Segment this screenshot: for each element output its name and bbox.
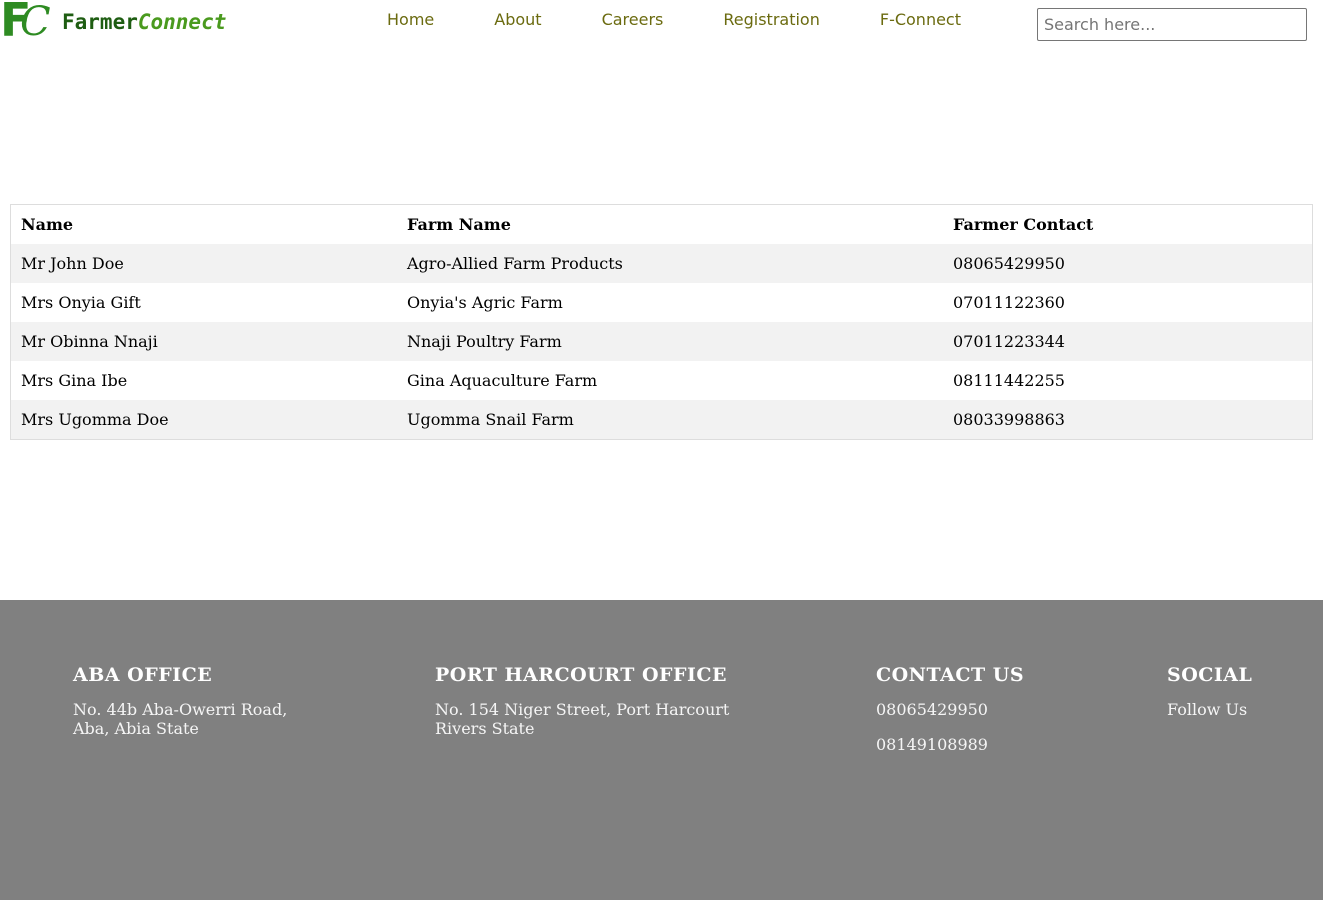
- table-row: Mr Obinna Nnaji Nnaji Poultry Farm 07011…: [11, 322, 1312, 361]
- cell-farm-name: Agro-Allied Farm Products: [407, 254, 623, 273]
- header-farmer-contact: Farmer Contact: [953, 215, 1094, 234]
- cell-farm-name: Ugomma Snail Farm: [407, 410, 574, 429]
- cell-name: Mr Obinna Nnaji: [21, 332, 158, 351]
- footer-ph-office: PORT HARCOURT OFFICE No. 154 Niger Stree…: [435, 664, 729, 738]
- logo-mark-c: C: [20, 0, 51, 45]
- ph-office-title: PORT HARCOURT OFFICE: [435, 664, 728, 686]
- follow-us-link[interactable]: Follow Us: [1167, 700, 1252, 719]
- aba-office-title: ABA OFFICE: [73, 664, 213, 686]
- ph-address-line1: No. 154 Niger Street, Port Harcourt: [435, 700, 730, 719]
- table-row: Mrs Onyia Gift Onyia's Agric Farm 070111…: [11, 283, 1312, 322]
- contact-us-title: CONTACT US: [876, 664, 1025, 686]
- nav-f-connect[interactable]: F-Connect: [850, 0, 991, 40]
- cell-farm-name: Gina Aquaculture Farm: [407, 371, 598, 390]
- cell-name: Mrs Onyia Gift: [21, 293, 141, 312]
- header-farm-name: Farm Name: [407, 215, 511, 234]
- nav-home[interactable]: Home: [357, 0, 464, 40]
- site-footer: ABA OFFICE No. 44b Aba-Owerri Road, Aba,…: [0, 600, 1323, 900]
- table-header-row: Name Farm Name Farmer Contact: [11, 205, 1312, 244]
- site-header: F C FarmerConnect Home About Careers Reg…: [0, 0, 1323, 50]
- cell-contact: 08111442255: [953, 371, 1065, 390]
- aba-address-line2: Aba, Abia State: [73, 719, 199, 738]
- cell-contact: 07011223344: [953, 332, 1065, 351]
- contact-phone-1[interactable]: 08065429950: [876, 700, 1024, 719]
- farmers-table: Name Farm Name Farmer Contact Mr John Do…: [11, 205, 1312, 439]
- footer-contact-us: CONTACT US 08065429950 08149108989: [876, 664, 1024, 754]
- cell-farm-name: Onyia's Agric Farm: [407, 293, 563, 312]
- site-logo[interactable]: F C FarmerConnect: [0, 0, 226, 45]
- contact-phone-2[interactable]: 08149108989: [876, 735, 1024, 754]
- logo-mark-icon: F C: [0, 0, 52, 45]
- table-row: Mrs Gina Ibe Gina Aquaculture Farm 08111…: [11, 361, 1312, 400]
- nav-registration[interactable]: Registration: [693, 0, 849, 40]
- logo-word-connect: Connect: [137, 10, 227, 34]
- header-name: Name: [21, 215, 74, 234]
- cell-name: Mr John Doe: [21, 254, 124, 273]
- logo-word-farmer: Farmer: [62, 10, 138, 34]
- cell-contact: 08065429950: [953, 254, 1065, 273]
- logo-wordmark: FarmerConnect: [62, 10, 226, 34]
- cell-contact: 08033998863: [953, 410, 1065, 429]
- cell-contact: 07011122360: [953, 293, 1065, 312]
- main-nav: Home About Careers Registration F-Connec…: [357, 0, 991, 40]
- ph-address-line2: Rivers State: [435, 719, 535, 738]
- footer-aba-office: ABA OFFICE No. 44b Aba-Owerri Road, Aba,…: [73, 664, 287, 738]
- nav-careers[interactable]: Careers: [572, 0, 694, 40]
- farmers-table-container: Name Farm Name Farmer Contact Mr John Do…: [10, 204, 1313, 440]
- cell-name: Mrs Ugomma Doe: [21, 410, 169, 429]
- cell-farm-name: Nnaji Poultry Farm: [407, 332, 562, 351]
- social-title: SOCIAL: [1167, 664, 1253, 686]
- table-row: Mrs Ugomma Doe Ugomma Snail Farm 0803399…: [11, 400, 1312, 439]
- aba-address-line1: No. 44b Aba-Owerri Road,: [73, 700, 288, 719]
- cell-name: Mrs Gina Ibe: [21, 371, 128, 390]
- search-input[interactable]: [1037, 8, 1307, 41]
- table-row: Mr John Doe Agro-Allied Farm Products 08…: [11, 244, 1312, 283]
- nav-about[interactable]: About: [464, 0, 571, 40]
- footer-social: SOCIAL Follow Us: [1167, 664, 1252, 719]
